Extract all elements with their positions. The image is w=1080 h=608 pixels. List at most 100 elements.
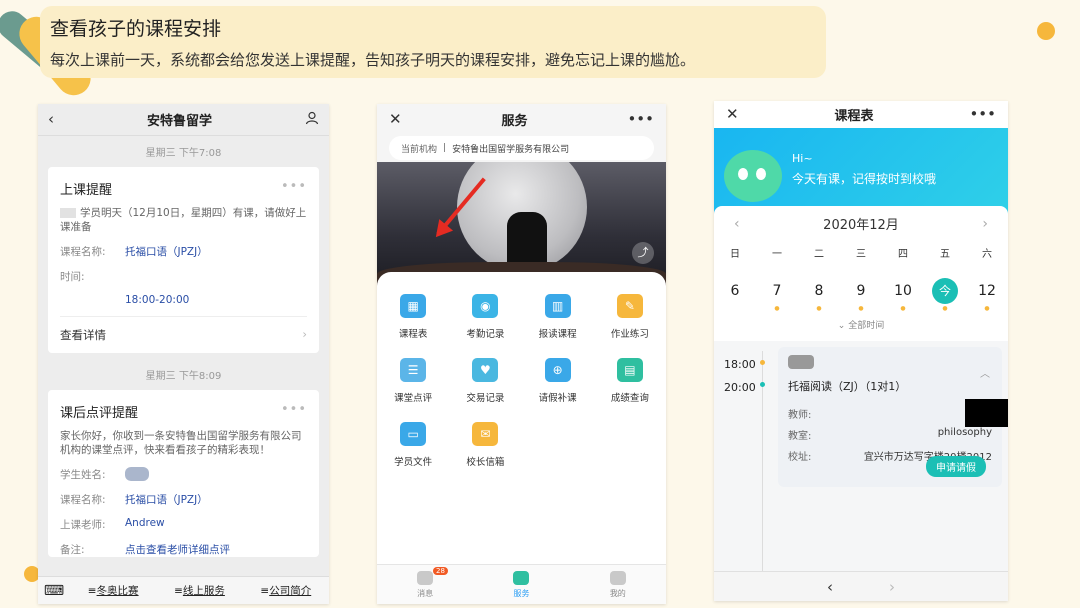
service-icon: ✎ xyxy=(616,294,643,318)
day-cell[interactable]: 8 xyxy=(798,278,840,304)
service-label: 学员文件 xyxy=(394,457,433,468)
week-calendar: ‹ 2020年12月 › 日 一 二 三 四 五 六 6 7 8 9 10 今 12 ● ● ● ● ● ● ⌄ … xyxy=(714,206,1008,339)
has-class-dot: ● xyxy=(900,305,906,312)
current-org-selector[interactable]: 当前机构 | 安特鲁出国留学服务有限公司 xyxy=(389,136,654,160)
service-icon: ◉ xyxy=(472,294,499,318)
all-time-toggle[interactable]: ⌄ 全部时间 xyxy=(714,318,1008,331)
time-row: 时间: xyxy=(60,271,85,283)
has-class-dot: ● xyxy=(984,305,990,312)
service-icon: ♥ xyxy=(472,358,499,382)
close-icon[interactable]: ✕ xyxy=(389,111,402,127)
service-icon: ▦ xyxy=(400,294,427,318)
blurred-name xyxy=(60,208,76,218)
tab-services[interactable]: 服务 xyxy=(473,565,569,604)
card-description: 学员明天（12月10日，星期四）有课，请做好上课准备 xyxy=(60,207,307,233)
message-timestamp: 星期三 下午7:08 xyxy=(145,148,222,159)
keyboard-icon[interactable]: ⌨ xyxy=(38,583,70,599)
back-icon[interactable]: ‹ xyxy=(48,112,54,127)
chevron-right-icon: › xyxy=(302,327,307,341)
title-box: 查看孩子的课程安排 每次上课前一天，系统都会给您发送上课提醒，告知孩子明天的课程… xyxy=(40,6,826,78)
service-item[interactable]: ▥ 报读课程 xyxy=(522,294,594,340)
day-cell[interactable]: 12 xyxy=(966,278,1008,304)
service-grid-panel: ▦ 课程表 ◉ 考勤记录 ▥ 报读课程 ✎ 作业练习 ☰ 课堂点评 ♥ 交易记录 ⊕ 请假补课 ▤ 成绩查询 ▭… xyxy=(377,272,666,572)
service-item[interactable]: ◉ 考勤记录 xyxy=(449,294,521,340)
share-icon[interactable]: ⤴ xyxy=(632,242,654,264)
blurred-avatar xyxy=(788,355,814,369)
tab-messages[interactable]: 消息 28 xyxy=(377,565,473,604)
course-row: 课程名称: 托福口语（JPZJ） xyxy=(60,246,208,258)
service-header: ✕ 服务 ••• xyxy=(377,104,666,134)
close-icon[interactable]: ✕ xyxy=(726,107,739,122)
has-class-dot: ● xyxy=(816,305,822,312)
service-item[interactable]: ▤ 成绩查询 xyxy=(594,358,666,404)
service-label: 成绩查询 xyxy=(610,393,649,404)
has-class-dot: ● xyxy=(858,305,864,312)
service-item[interactable]: ⊕ 请假补课 xyxy=(522,358,594,404)
official-account-menu: ⌨ ≡冬奥比赛 ≡线上服务 ≡公司简介 xyxy=(38,576,329,604)
forward-icon[interactable]: › xyxy=(889,578,895,596)
service-label: 请假补课 xyxy=(538,393,577,404)
service-item[interactable]: ☰ 课堂点评 xyxy=(377,358,449,404)
chat-title: 安特鲁留学 xyxy=(146,114,212,129)
service-label: 交易记录 xyxy=(466,393,505,404)
tab-mine[interactable]: 我的 xyxy=(570,565,666,604)
menu-item-winter-olympics[interactable]: ≡冬奥比赛 xyxy=(70,583,156,598)
next-month-icon[interactable]: › xyxy=(982,216,988,232)
has-class-dot: ● xyxy=(942,305,948,312)
mascot-icon xyxy=(724,150,782,202)
banner-greeting: Hi~ xyxy=(792,152,813,165)
service-item[interactable]: ✉ 校长信箱 xyxy=(449,422,521,468)
note-row: 备注: 点击查看老师详细点评 xyxy=(60,544,230,556)
service-item[interactable]: ▦ 课程表 xyxy=(377,294,449,340)
weekday-label: 四 xyxy=(898,249,908,260)
page-subtitle: 每次上课前一天，系统都会给您发送上课提醒，告知孩子明天的课程安排，避免忘记上课的… xyxy=(50,51,696,69)
student-row: 学生姓名: xyxy=(60,467,307,482)
message-icon xyxy=(417,570,434,585)
weekday-label: 日 xyxy=(730,249,740,260)
more-icon[interactable]: ••• xyxy=(627,111,654,127)
teacher-row: 教师: xyxy=(788,410,812,421)
day-dot-row: ● ● ● ● ● ● xyxy=(714,304,1008,314)
menu-item-company-intro[interactable]: ≡公司简介 xyxy=(243,583,329,598)
day-cell[interactable]: 6 xyxy=(714,278,756,304)
greeting-banner: Hi~ 今天有课，记得按时到校哦 xyxy=(714,128,1008,218)
view-details-link[interactable]: 查看详情 › xyxy=(60,316,307,353)
request-leave-button[interactable]: 申请请假 xyxy=(926,456,986,477)
day-cell[interactable]: 10 xyxy=(882,278,924,304)
weekday-label: 二 xyxy=(814,249,824,260)
more-icon[interactable]: ••• xyxy=(281,402,307,417)
card-title: 课后点评提醒 xyxy=(60,406,139,421)
end-dot xyxy=(760,382,765,387)
service-label: 课程表 xyxy=(398,329,428,340)
unread-badge: 28 xyxy=(433,567,448,575)
course-card[interactable]: ︿ 托福阅读（ZJ）（1对1） 教师: 教室: philosophy 校址: 宜兴市… xyxy=(778,347,1008,487)
service-label: 考勤记录 xyxy=(466,329,505,340)
day-today[interactable]: 今 xyxy=(924,278,966,304)
screen-title: 课程表 xyxy=(834,109,874,124)
teacher-row: 上课老师: Andrew xyxy=(60,517,165,531)
service-grid: ▦ 课程表 ◉ 考勤记录 ▥ 报读课程 ✎ 作业练习 ☰ 课堂点评 ♥ 交易记录 ⊕ 请假补课 ▤ 成绩查询 ▭… xyxy=(377,294,666,468)
back-icon[interactable]: ‹ xyxy=(827,578,833,596)
user-icon[interactable] xyxy=(305,111,319,128)
banner-message: 今天有课，记得按时到校哦 xyxy=(792,172,937,186)
service-icon: ▭ xyxy=(400,422,427,446)
chevron-up-icon[interactable]: ︿ xyxy=(980,365,990,380)
service-item[interactable]: ✎ 作业练习 xyxy=(594,294,666,340)
class-reminder-card[interactable]: 上课提醒 ••• 学员明天（12月10日，星期四）有课，请做好上课准备 课程名称… xyxy=(48,167,319,353)
day-cell[interactable]: 7 xyxy=(756,278,798,304)
more-icon[interactable]: ••• xyxy=(281,179,307,194)
day-cell[interactable]: 9 xyxy=(840,278,882,304)
more-icon[interactable]: ••• xyxy=(969,107,996,122)
day-row: 6 7 8 9 10 今 12 xyxy=(714,278,1008,304)
service-item[interactable]: ♥ 交易记录 xyxy=(449,358,521,404)
time-column: 18:00 20:00 xyxy=(724,353,756,399)
card-title: 上课提醒 xyxy=(60,183,113,198)
weekday-label: 六 xyxy=(982,249,992,260)
grid-icon xyxy=(513,570,530,585)
timetable-screen: ✕ 课程表 ••• Hi~ 今天有课，记得按时到校哦 ‹ 2020年12月 › … xyxy=(714,101,1008,601)
review-reminder-card[interactable]: 课后点评提醒 ••• 家长你好，你收到一条安特鲁出国留学服务有限公司机构的课堂点… xyxy=(48,390,319,557)
menu-item-online-service[interactable]: ≡线上服务 xyxy=(156,583,242,598)
course-name: 托福阅读（ZJ）（1对1） xyxy=(788,380,907,393)
service-item[interactable]: ▭ 学员文件 xyxy=(377,422,449,468)
prev-month-icon[interactable]: ‹ xyxy=(734,216,740,232)
